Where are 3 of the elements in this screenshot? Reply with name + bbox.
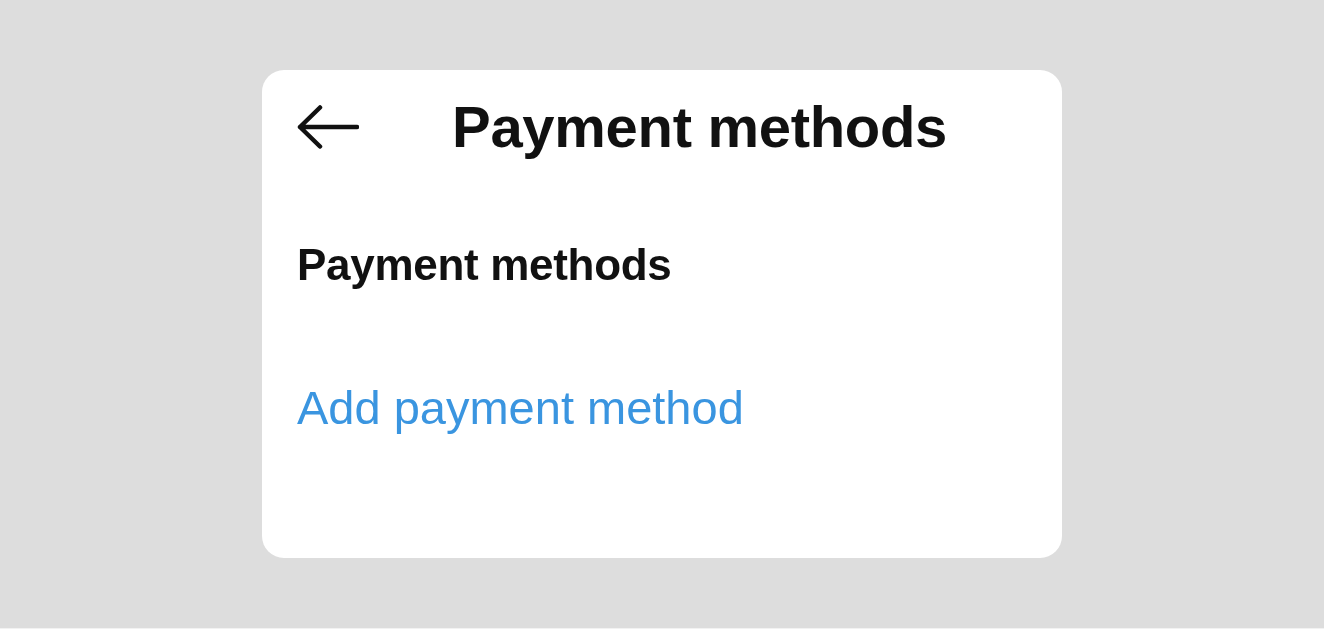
back-arrow-icon xyxy=(297,105,359,149)
back-button[interactable] xyxy=(297,105,359,149)
section-heading: Payment methods xyxy=(297,243,673,287)
